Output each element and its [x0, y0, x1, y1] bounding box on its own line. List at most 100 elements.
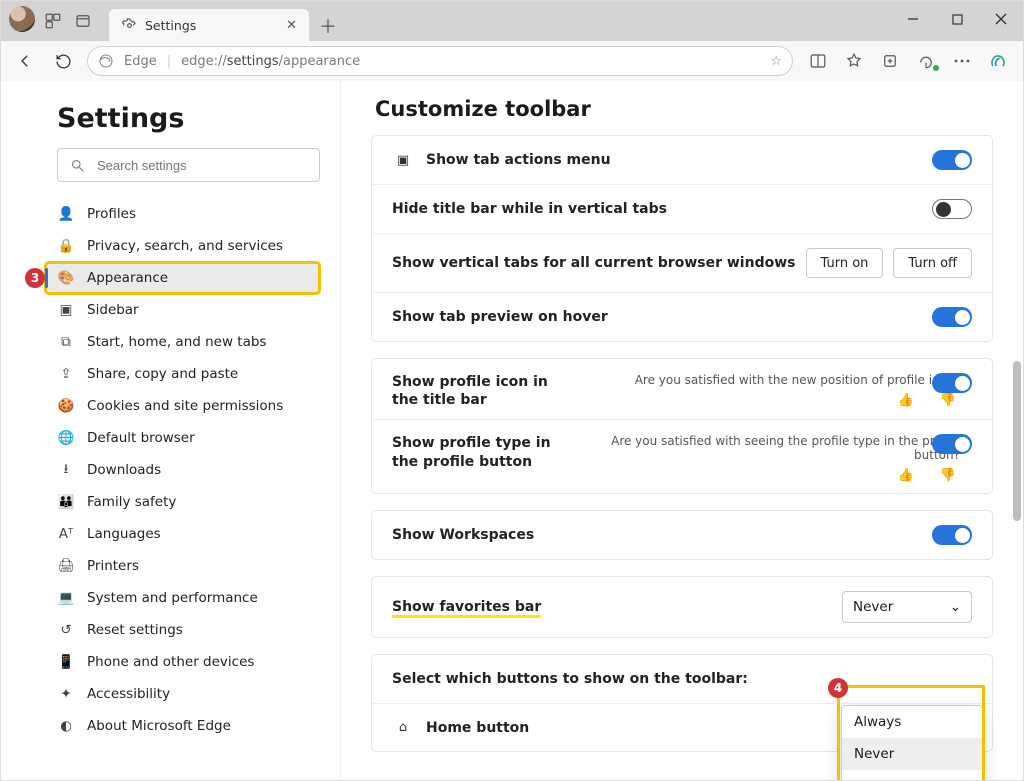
sidebar-item-profiles[interactable]: 👤Profiles	[45, 198, 320, 230]
card-profile: Show profile icon in the title bar Are y…	[371, 358, 993, 494]
toggle-tab-preview[interactable]	[932, 307, 972, 327]
cookie-icon: 🍪	[57, 398, 75, 414]
printer-icon: 🖨	[57, 558, 75, 574]
sidebar-item-printers[interactable]: 🖨Printers	[45, 550, 320, 582]
toggle-workspaces[interactable]	[932, 525, 972, 545]
turn-off-button[interactable]: Turn off	[893, 248, 972, 278]
browser-icon: 🌐	[57, 430, 75, 446]
close-window-button[interactable]	[979, 1, 1023, 37]
split-screen-icon[interactable]	[803, 47, 833, 75]
chevron-down-icon: ⌄	[950, 599, 961, 615]
refresh-button[interactable]	[49, 47, 77, 75]
titlebar: Settings ✕ ＋	[1, 1, 1023, 41]
feedback-question: Are you satisfied with the new position …	[635, 373, 960, 387]
search-settings[interactable]	[57, 148, 320, 182]
section-heading: Customize toolbar	[375, 97, 993, 121]
favorites-select[interactable]: Never ⌄	[842, 591, 972, 623]
sidebar-item-appearance[interactable]: 3 🎨Appearance	[45, 262, 320, 294]
settings-content: Settings 👤Profiles 🔒Privacy, search, and…	[1, 81, 1023, 780]
share-icon: ⇪	[57, 366, 75, 382]
row-profile-icon: Show profile icon in the title bar Are y…	[372, 359, 992, 419]
family-icon: 👪	[57, 494, 75, 510]
row-tab-preview: Show tab preview on hover	[372, 292, 992, 341]
sidebar-icon: ▣	[57, 302, 75, 318]
favorites-dropdown: Always Never Only on new tabs	[841, 705, 983, 780]
card-workspaces: Show Workspaces	[371, 510, 993, 560]
reset-icon: ↺	[57, 622, 75, 638]
sidebar-item-downloads[interactable]: ⭳Downloads	[45, 454, 320, 486]
tab-actions-icon[interactable]	[71, 9, 95, 33]
sidebar-item-family[interactable]: 👪Family safety	[45, 486, 320, 518]
settings-sidebar: Settings 👤Profiles 🔒Privacy, search, and…	[1, 81, 341, 780]
sidebar-item-sidebar[interactable]: ▣Sidebar	[45, 294, 320, 326]
back-button[interactable]	[11, 47, 39, 75]
workspaces-icon[interactable]	[41, 9, 65, 33]
tab-title: Settings	[145, 18, 278, 33]
new-tab-button[interactable]: ＋	[313, 11, 343, 41]
language-icon: Aᵀ	[57, 526, 75, 542]
sidebar-item-cookies[interactable]: 🍪Cookies and site permissions	[45, 390, 320, 422]
edge-logo-icon: ◐	[57, 718, 75, 734]
dropdown-option-always[interactable]: Always	[842, 706, 982, 738]
sidebar-item-system[interactable]: 💻System and performance	[45, 582, 320, 614]
url-source-label: Edge	[124, 54, 157, 69]
thumbs-up-icon[interactable]: 👍	[898, 468, 914, 483]
toggle-profile-type[interactable]	[932, 434, 972, 454]
row-vertical-all: Show vertical tabs for all current brows…	[372, 233, 992, 292]
search-icon	[70, 158, 85, 173]
card-favorites: Show favorites bar Never ⌄	[371, 576, 993, 638]
thumbs-up-icon[interactable]: 👍	[898, 393, 914, 408]
sidebar-item-start[interactable]: ⧉Start, home, and new tabs	[45, 326, 320, 358]
settings-main: Customize toolbar ▣ Show tab actions men…	[341, 81, 1023, 780]
thumbs-down-icon[interactable]: 👎	[940, 468, 956, 483]
sidebar-item-reset[interactable]: ↺Reset settings	[45, 614, 320, 646]
dropdown-option-newtabs[interactable]: Only on new tabs	[842, 770, 982, 780]
turn-on-button[interactable]: Turn on	[806, 248, 884, 278]
row-workspaces: Show Workspaces	[372, 511, 992, 559]
appearance-icon: 🎨	[57, 270, 75, 286]
browser-tab[interactable]: Settings ✕	[109, 9, 309, 41]
system-icon: 💻	[57, 590, 75, 606]
row-hide-title: Hide title bar while in vertical tabs	[372, 184, 992, 233]
more-menu-icon[interactable]	[947, 47, 977, 75]
favorite-star-icon[interactable]: ☆	[770, 54, 782, 69]
tab-actions-row-icon: ▣	[392, 153, 414, 168]
close-tab-icon[interactable]: ✕	[286, 18, 297, 33]
toggle-hide-title[interactable]	[932, 199, 972, 219]
profile-icon: 👤	[57, 206, 75, 222]
profile-avatar[interactable]	[9, 6, 35, 32]
toggle-profile-icon[interactable]	[932, 373, 972, 393]
sidebar-item-languages[interactable]: AᵀLanguages	[45, 518, 320, 550]
search-input[interactable]	[95, 157, 307, 174]
thumbs-down-icon[interactable]: 👎	[940, 393, 956, 408]
app-window: Settings ✕ ＋ Edge | edge://settings/appe…	[0, 0, 1024, 781]
settings-heading: Settings	[57, 103, 320, 134]
address-bar[interactable]: Edge | edge://settings/appearance ☆	[87, 46, 793, 76]
sidebar-item-privacy[interactable]: 🔒Privacy, search, and services	[45, 230, 320, 262]
download-icon: ⭳	[57, 459, 75, 482]
maximize-button[interactable]	[935, 1, 979, 37]
window-controls	[891, 1, 1023, 41]
edge-icon	[98, 53, 114, 69]
dropdown-option-never[interactable]: Never	[842, 738, 982, 770]
sidebar-item-about[interactable]: ◐About Microsoft Edge	[45, 710, 320, 742]
annotation-badge-3: 3	[25, 268, 45, 288]
scrollbar-thumb[interactable]	[1013, 361, 1021, 521]
row-profile-type: Show profile type in the profile button …	[372, 419, 992, 493]
home-icon: ⧉	[57, 334, 75, 350]
row-select-buttons: Select which buttons to show on the tool…	[372, 655, 992, 703]
card-tabs: ▣ Show tab actions menu Hide title bar w…	[371, 135, 993, 342]
extensions-icon[interactable]	[911, 47, 941, 75]
sidebar-item-phone[interactable]: 📱Phone and other devices	[45, 646, 320, 678]
favorites-icon[interactable]	[839, 47, 869, 75]
copilot-icon[interactable]	[983, 47, 1013, 75]
lock-icon: 🔒	[57, 238, 75, 254]
minimize-button[interactable]	[891, 1, 935, 37]
toggle-tab-actions[interactable]	[932, 150, 972, 170]
sidebar-item-default-browser[interactable]: 🌐Default browser	[45, 422, 320, 454]
sidebar-item-share[interactable]: ⇪Share, copy and paste	[45, 358, 320, 390]
collections-icon[interactable]	[875, 47, 905, 75]
home-icon: ⌂	[392, 720, 414, 735]
scrollbar[interactable]	[1013, 141, 1021, 780]
sidebar-item-accessibility[interactable]: ✦Accessibility	[45, 678, 320, 710]
